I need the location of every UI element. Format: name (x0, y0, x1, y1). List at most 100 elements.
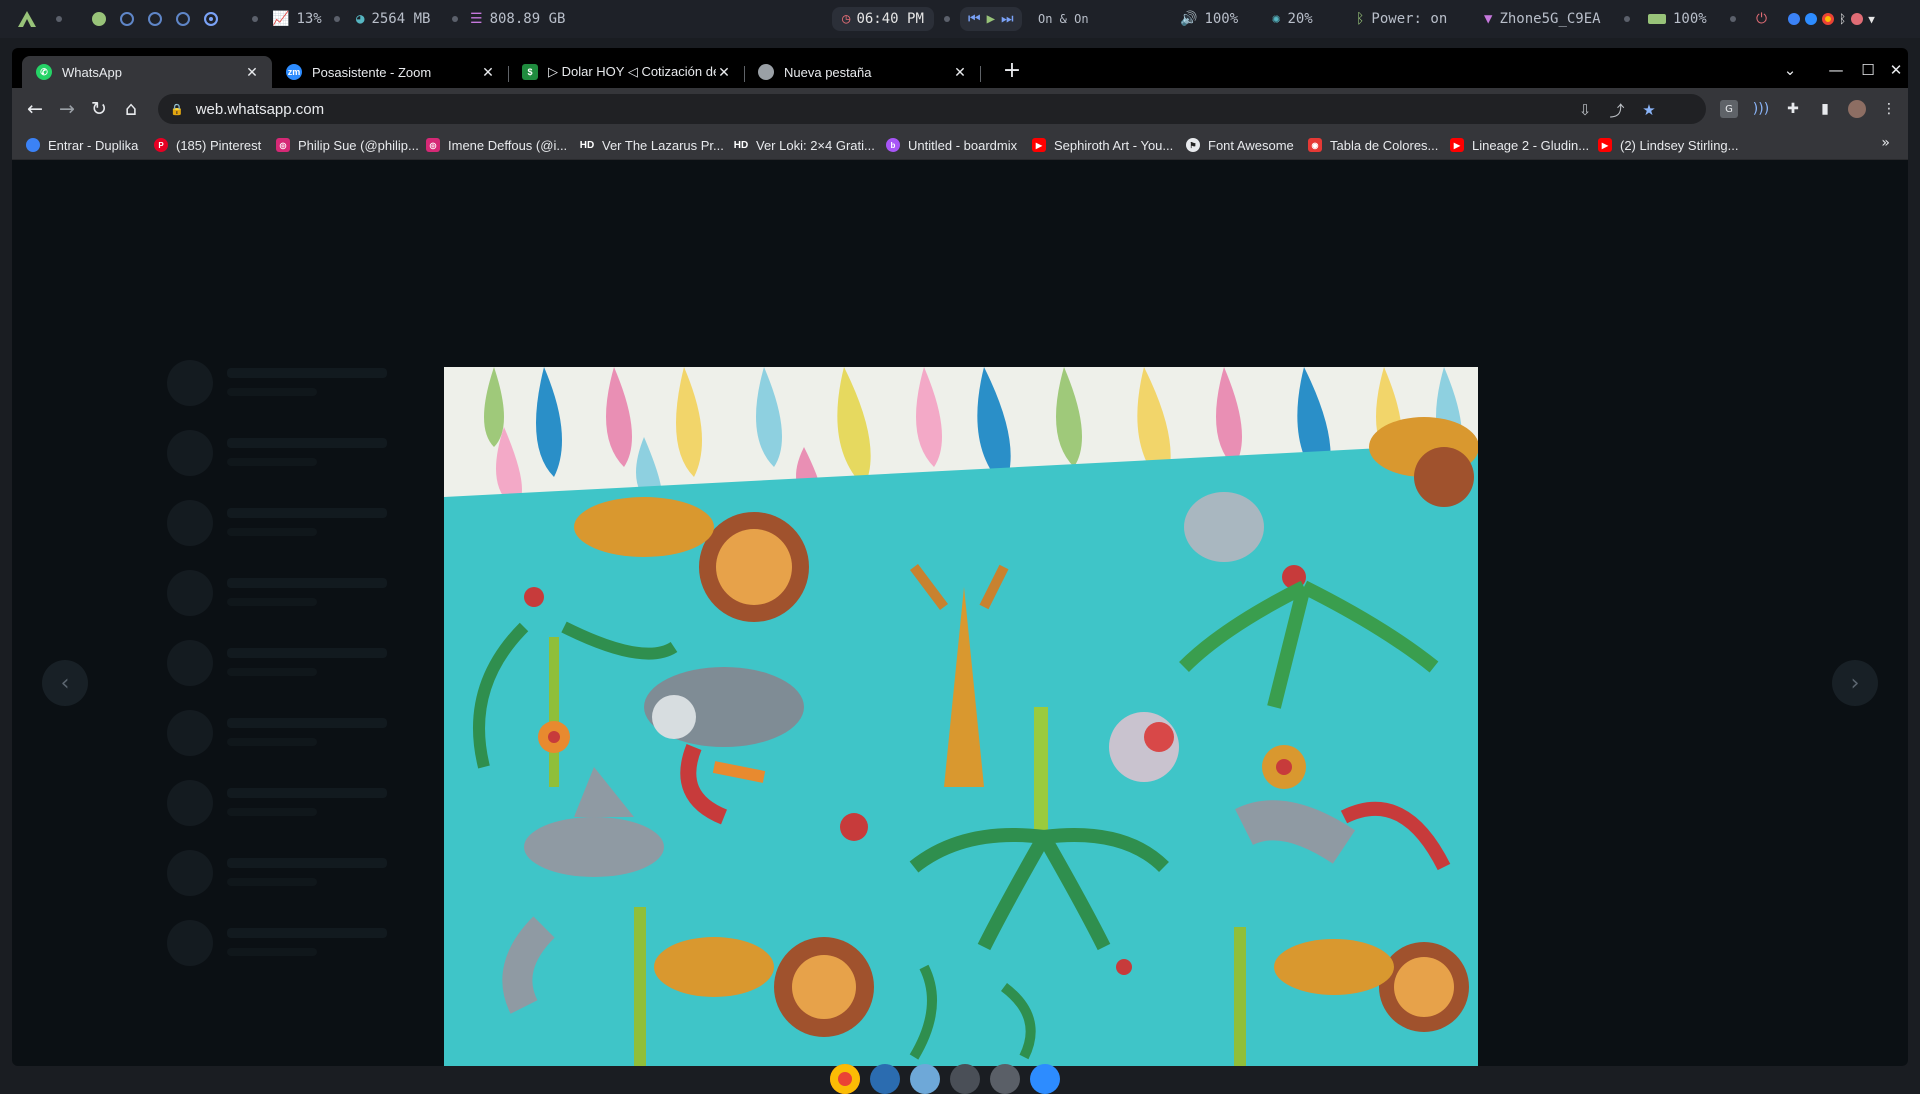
extension-g-icon[interactable]: G (1720, 100, 1738, 118)
volume-widget[interactable]: 🔊 100% (1180, 0, 1238, 38)
tray-bluetooth-icon[interactable]: ᛒ (1839, 12, 1846, 26)
brightness-widget[interactable]: ✺ 20% (1272, 0, 1313, 38)
separator-dot (252, 16, 258, 22)
tray-wifi-icon[interactable]: ▼ (1868, 13, 1875, 26)
bluetooth-widget[interactable]: ᛒ Power: on (1356, 0, 1447, 38)
fabric-photo (444, 367, 1478, 1066)
chrome-dock-icon[interactable] (830, 1064, 860, 1094)
arch-logo-icon[interactable] (18, 11, 36, 27)
memory-icon: ◕ (356, 11, 365, 27)
bookmark-item[interactable]: ◎ Philip Sue (@philip... (276, 135, 419, 155)
dimmed-chat-row (167, 640, 467, 686)
tab-title: ▷ Dolar HOY ◁ Cotización del (548, 64, 716, 79)
previous-media-button[interactable]: ‹ (42, 660, 88, 706)
next-media-button[interactable]: › (1832, 660, 1878, 706)
youtube-icon: ▶ (1032, 138, 1046, 152)
tab-strip: ✆ WhatsApp ✕ zm Posasistente - Zoom ✕ $ … (12, 48, 1908, 88)
separator-dot (56, 16, 62, 22)
bookmark-item[interactable]: ◎ Imene Deffous (@i... (426, 135, 567, 155)
bookmark-item[interactable]: ◉ Tabla de Colores... (1308, 135, 1438, 155)
vscode-dock-icon[interactable] (870, 1064, 900, 1094)
bookmark-label: (185) Pinterest (176, 137, 262, 153)
bookmark-label: Ver The Lazarus Pr... (602, 137, 724, 153)
clock-time: 06:40 PM (856, 11, 924, 27)
tab-whatsapp[interactable]: ✆ WhatsApp ✕ (22, 56, 272, 88)
previous-track-icon[interactable]: ⏮ (968, 11, 981, 27)
dimmed-chat-row (167, 780, 467, 826)
forward-button[interactable]: → (54, 96, 80, 122)
browser-toolbar: ← → ↻ ⌂ 🔒 web.whatsapp.com ⇩ ⤴ ★ G ))) ✚… (12, 88, 1908, 130)
close-window-button[interactable]: ✕ (1884, 56, 1908, 84)
wifi-widget[interactable]: ▼ Zhone5G_C9EA (1484, 0, 1601, 38)
files-dock-icon[interactable] (910, 1064, 940, 1094)
arrow-left-icon: ← (27, 98, 43, 120)
maximize-button[interactable]: ☐ (1856, 56, 1880, 84)
dimmed-chat-row (167, 920, 467, 966)
reload-button[interactable]: ↻ (86, 96, 112, 122)
minimize-button[interactable]: — (1824, 56, 1848, 84)
bookmark-item[interactable]: Entrar - Duplika (26, 135, 138, 155)
workspace-5[interactable] (204, 12, 218, 26)
tab-zoom[interactable]: zm Posasistente - Zoom ✕ (272, 56, 508, 88)
tray-chrome-icon[interactable] (1822, 13, 1834, 25)
share-icon[interactable]: ⤴ (1608, 101, 1626, 120)
bookmark-item[interactable]: ▶ (2) Lindsey Stirling... (1598, 135, 1739, 155)
extensions-puzzle-icon[interactable]: ✚ (1784, 100, 1802, 118)
address-bar[interactable]: 🔒 web.whatsapp.com ⇩ ⤴ ★ (158, 94, 1706, 124)
workspace-4[interactable] (176, 12, 190, 26)
tab-dolar[interactable]: $ ▷ Dolar HOY ◁ Cotización del ✕ (508, 56, 744, 88)
instagram-icon: ◎ (276, 138, 290, 152)
workspace-3[interactable] (148, 12, 162, 26)
reload-icon: ↻ (91, 98, 107, 120)
bookmark-star-icon[interactable]: ★ (1640, 101, 1658, 119)
lock-icon[interactable]: 🔒 (170, 103, 184, 116)
bookmark-item[interactable]: P (185) Pinterest (154, 135, 261, 155)
app-dock-icon[interactable] (1030, 1064, 1060, 1094)
tab-close-icon[interactable]: ✕ (952, 64, 968, 81)
menu-kebab-icon[interactable]: ⋮ (1880, 100, 1898, 118)
home-button[interactable]: ⌂ (118, 96, 144, 122)
terminal-dock-icon[interactable] (950, 1064, 980, 1094)
bookmark-item[interactable]: ▶ Sephiroth Art - You... (1032, 135, 1173, 155)
plus-icon: + (1002, 57, 1022, 83)
profile-avatar[interactable] (1848, 100, 1866, 118)
pinterest-icon: P (154, 138, 168, 152)
disk-widget: ☰ 808.89 GB (470, 0, 565, 38)
bookmark-item[interactable]: ⚑ Font Awesome (1186, 135, 1294, 155)
side-panel-icon[interactable]: ▮ (1816, 100, 1834, 118)
next-track-icon[interactable]: ⏭ (1001, 11, 1014, 27)
new-tab-button[interactable]: + (998, 56, 1026, 84)
dimmed-chat-row (167, 570, 467, 616)
disk-icon: ☰ (470, 11, 483, 27)
launcher[interactable] (18, 0, 36, 38)
tab-close-icon[interactable]: ✕ (244, 64, 260, 81)
settings-dock-icon[interactable] (990, 1064, 1020, 1094)
clock-widget[interactable]: ◷ 06:40 PM (832, 7, 934, 31)
tray-app-icon[interactable] (1805, 13, 1817, 25)
youtube-icon: ▶ (1450, 138, 1464, 152)
tab-new-tab[interactable]: Nueva pestaña ✕ (744, 56, 980, 88)
power-button[interactable]: ⏻ (1756, 0, 1767, 38)
media-image (444, 367, 1478, 1066)
tab-close-icon[interactable]: ✕ (480, 64, 496, 81)
back-button[interactable]: ← (22, 96, 48, 122)
cpu-usage: 13% (296, 11, 322, 27)
bookmark-item[interactable]: ▶ Lineage 2 - Gludin... (1450, 135, 1589, 155)
bookmark-item[interactable]: b Untitled - boardmix (886, 135, 1017, 155)
bookmark-item[interactable]: HD Ver The Lazarus Pr... (580, 135, 724, 155)
whatsapp-media-viewer: ‹ › (12, 160, 1908, 1066)
tray-app-icon[interactable] (1851, 13, 1864, 25)
workspace-1[interactable] (92, 12, 106, 26)
more-bookmarks-button[interactable]: » (1881, 135, 1890, 151)
workspace-2[interactable] (120, 12, 134, 26)
tab-close-icon[interactable]: ✕ (716, 64, 732, 81)
cpu-widget: 📈 13% (272, 0, 322, 38)
bookmarks-bar: Entrar - Duplika P (185) Pinterest ◎ Phi… (12, 130, 1908, 160)
extension-audio-icon[interactable]: ))) (1752, 100, 1770, 118)
volume-icon: 🔊 (1180, 11, 1198, 27)
play-icon[interactable]: ▶ (987, 11, 995, 27)
bookmark-item[interactable]: HD Ver Loki: 2×4 Grati... (734, 135, 875, 155)
tab-search-button[interactable]: ⌄ (1778, 56, 1802, 84)
tray-app-icon[interactable] (1788, 13, 1800, 25)
install-app-icon[interactable]: ⇩ (1576, 101, 1594, 119)
